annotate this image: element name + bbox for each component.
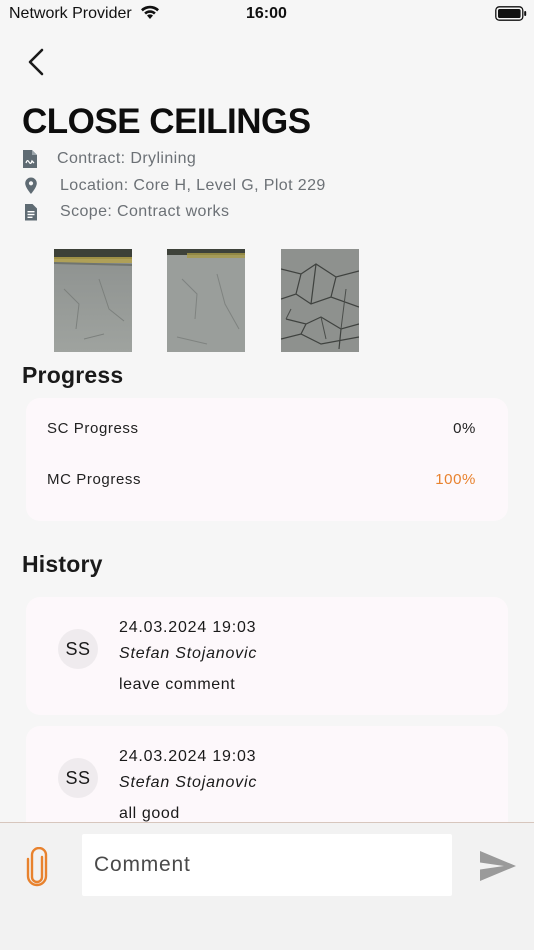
history-author: Stefan Stojanovic [119, 645, 258, 662]
contract-text: Contract: Drylining [57, 150, 197, 167]
comment-input[interactable] [82, 834, 452, 896]
progress-heading: Progress [22, 362, 124, 388]
history-author: Stefan Stojanovic [119, 774, 258, 791]
sc-progress-label: SC Progress [47, 420, 139, 437]
mc-progress-label: MC Progress [47, 471, 142, 488]
photo-thumbnail-1[interactable] [54, 249, 132, 352]
history-heading: History [22, 551, 103, 577]
progress-card: SC Progress 0% MC Progress 100% [26, 398, 508, 521]
sc-progress-row: SC Progress 0% [47, 420, 476, 437]
scope-row: Scope: Contract works [21, 201, 229, 223]
scope-text: Scope: Contract works [60, 203, 230, 220]
history-entry: SS 24.03.2024 19:03 Stefan Stojanovic le… [26, 597, 508, 715]
send-button[interactable] [478, 849, 518, 883]
comment-composer [0, 822, 534, 950]
carrier-label: Network Provider [9, 5, 132, 22]
contract-icon [21, 149, 39, 169]
back-button[interactable] [22, 46, 52, 78]
sc-progress-value: 0% [453, 420, 476, 437]
history-comment: all good [119, 805, 180, 822]
document-icon [21, 202, 39, 222]
battery-icon [495, 6, 527, 27]
avatar: SS [58, 758, 98, 798]
send-icon [480, 851, 516, 881]
page-title: CLOSE CEILINGS [22, 102, 311, 141]
mc-progress-row: MC Progress 100% [47, 471, 476, 488]
contract-row: Contract: Drylining [21, 148, 196, 170]
photo-thumbnail-2[interactable] [167, 249, 245, 352]
mc-progress-value: 100% [435, 471, 476, 488]
history-date: 24.03.2024 19:03 [119, 748, 257, 765]
attach-icon [26, 846, 48, 887]
history-date: 24.03.2024 19:03 [119, 619, 257, 636]
location-row: Location: Core H, Level G, Plot 229 [21, 175, 326, 197]
location-pin-icon [21, 176, 39, 196]
history-comment: leave comment [119, 676, 236, 693]
location-text: Location: Core H, Level G, Plot 229 [60, 177, 326, 194]
status-bar: Network Provider 16:00 [0, 0, 534, 28]
wifi-icon [140, 4, 160, 25]
back-arrow-icon [28, 48, 44, 76]
photo-thumbnail-3[interactable] [281, 249, 359, 352]
avatar: SS [58, 629, 98, 669]
attach-button[interactable] [24, 846, 52, 887]
clock-time: 16:00 [246, 5, 287, 22]
